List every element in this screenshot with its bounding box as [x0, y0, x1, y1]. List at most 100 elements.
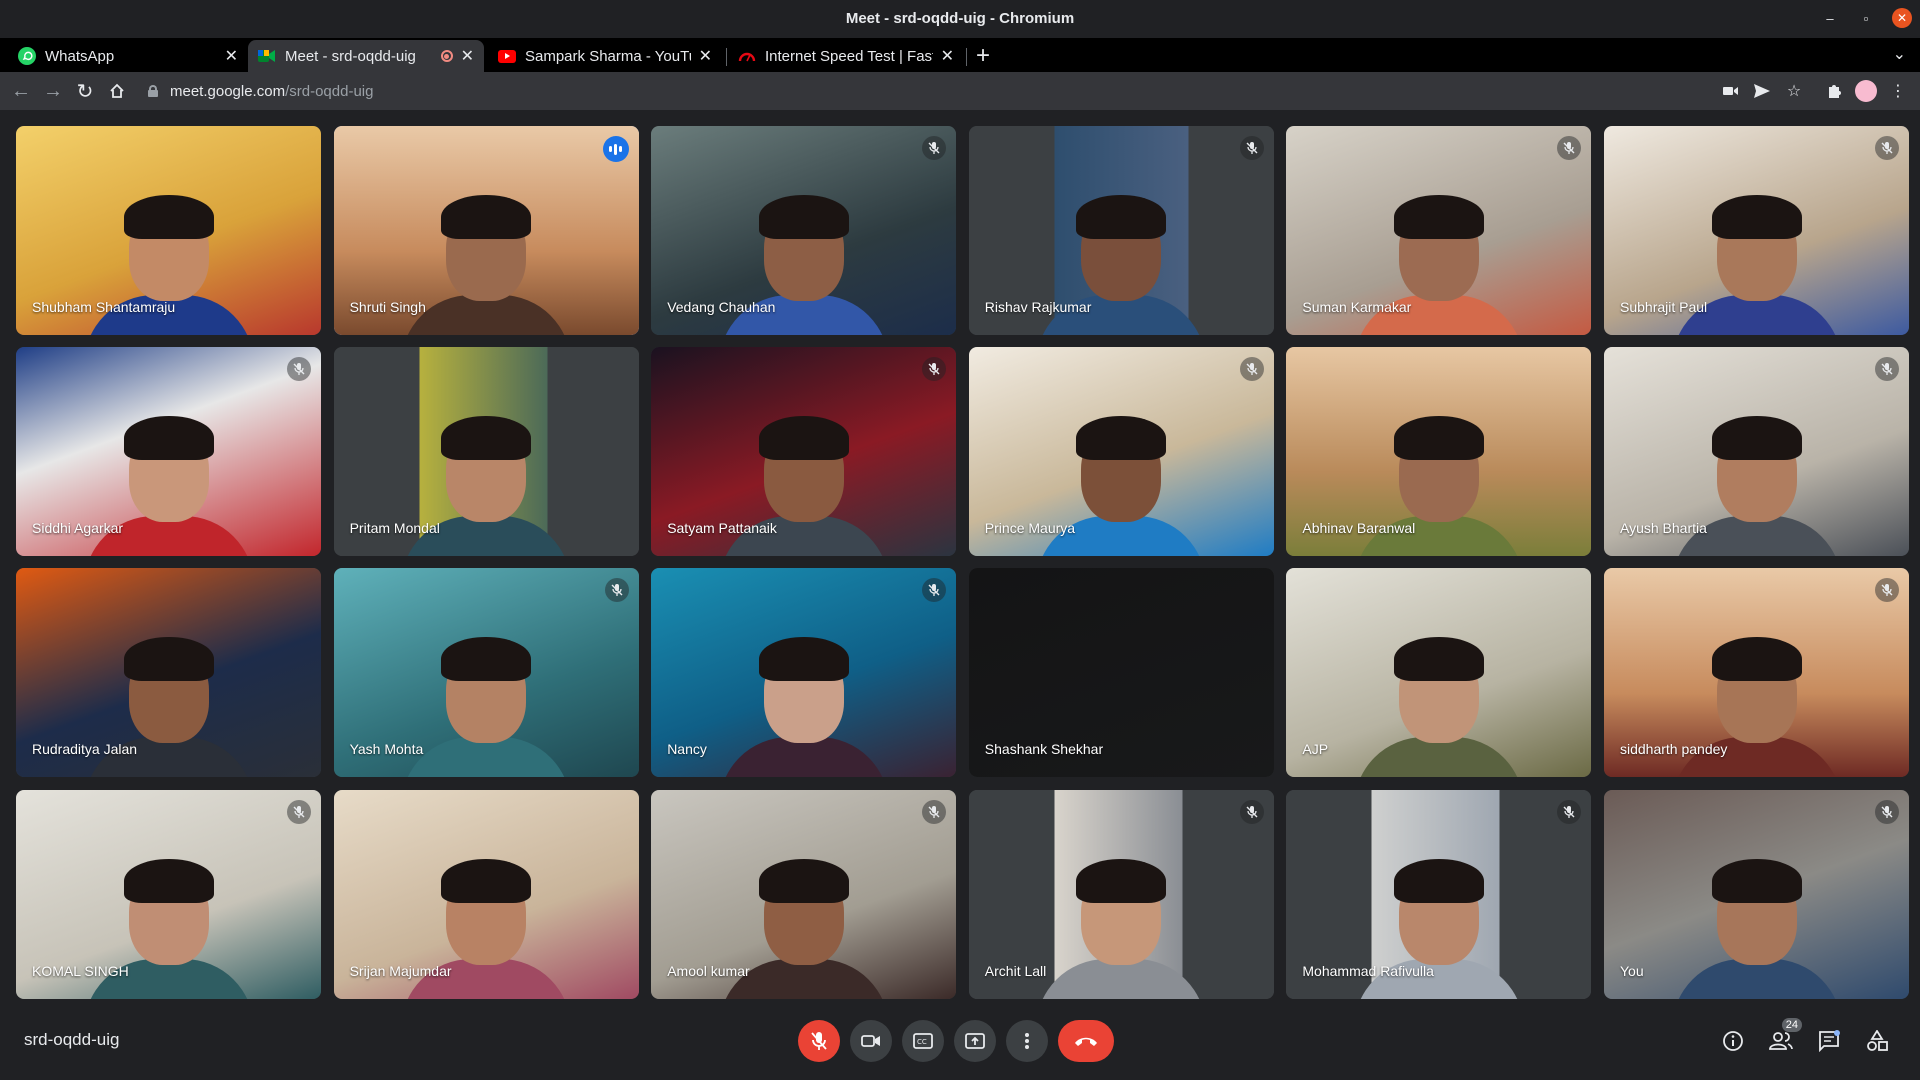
- bookmark-star-icon[interactable]: ☆: [1783, 80, 1805, 102]
- participant-name: Vedang Chauhan: [667, 299, 776, 315]
- camera-toggle-button[interactable]: [850, 1020, 892, 1062]
- tab-youtube[interactable]: Sampark Sharma - YouTube ✕: [488, 40, 722, 72]
- close-tab-icon[interactable]: ✕: [225, 46, 238, 66]
- participant-name: Shashank Shekhar: [984, 741, 1104, 758]
- window-titlebar: Meet - srd-oqdd-uig - Chromium – ▫ ✕: [0, 0, 1920, 38]
- mic-muted-icon: [1239, 136, 1264, 160]
- participant-video-silhouette: [401, 165, 572, 335]
- participant-tile[interactable]: Pritam Mondal: [333, 347, 639, 557]
- participant-name: Rudraditya Jalan: [32, 741, 138, 758]
- youtube-icon: [498, 49, 516, 63]
- participant-tile[interactable]: Subhrajit Paul: [1604, 126, 1909, 335]
- participant-tile[interactable]: Rishav Rajkumar: [968, 126, 1274, 335]
- participant-tile[interactable]: siddharth pandey: [1604, 568, 1909, 778]
- participant-tile[interactable]: Archit Lall: [968, 789, 1274, 999]
- present-screen-button[interactable]: [954, 1020, 996, 1062]
- meeting-details-button[interactable]: [1716, 1024, 1750, 1058]
- participant-tile[interactable]: Amool kumar: [651, 789, 957, 999]
- mic-muted-icon: [922, 136, 947, 160]
- participant-tile[interactable]: Prince Maurya: [968, 347, 1274, 557]
- browser-toolbar: ← → ↻ meet.google.com/srd-oqdd-uig ☆ ⋮: [0, 72, 1920, 110]
- participant-tile[interactable]: Siddhi Agarkar: [16, 347, 321, 557]
- chat-button[interactable]: [1812, 1024, 1846, 1058]
- url-path: /srd-oqdd-uig: [285, 82, 374, 100]
- more-options-button[interactable]: [1006, 1020, 1048, 1062]
- forward-icon[interactable]: →: [40, 78, 66, 104]
- send-icon[interactable]: [1751, 80, 1773, 102]
- tab-fast[interactable]: Internet Speed Test | Fast.com ✕: [728, 40, 964, 72]
- participant-name: You: [1620, 962, 1644, 979]
- mic-muted-icon: [1875, 136, 1899, 160]
- close-window-icon[interactable]: ✕: [1892, 8, 1912, 28]
- microphone-toggle-button[interactable]: [798, 1020, 840, 1062]
- info-icon: [1723, 1031, 1743, 1051]
- participant-tile[interactable]: Suman Karmakar: [1286, 126, 1592, 335]
- captions-button[interactable]: CC: [902, 1020, 944, 1062]
- participant-name: siddharth pandey: [1620, 741, 1728, 758]
- tab-separator: [966, 48, 967, 66]
- participant-tile[interactable]: AJP: [1286, 568, 1592, 778]
- back-icon[interactable]: ←: [8, 78, 34, 104]
- participant-video-silhouette: [1036, 829, 1207, 999]
- activities-button[interactable]: [1860, 1024, 1894, 1058]
- participant-video-silhouette: [718, 607, 889, 778]
- mic-muted-icon: [1557, 799, 1582, 824]
- home-icon[interactable]: [104, 78, 130, 104]
- address-bar[interactable]: meet.google.com/srd-oqdd-uig: [140, 76, 1690, 106]
- avatar-icon: [1855, 80, 1877, 102]
- participant-tile[interactable]: Mohammad Rafivulla: [1286, 789, 1592, 999]
- maximize-icon[interactable]: ▫: [1856, 8, 1876, 28]
- tab-whatsapp[interactable]: WhatsApp ✕: [8, 40, 248, 72]
- tab-meet[interactable]: Meet - srd-oqdd-uig ✕: [248, 40, 484, 72]
- reload-icon[interactable]: ↻: [72, 78, 98, 104]
- participant-tile[interactable]: Rudraditya Jalan: [16, 568, 321, 778]
- participant-tile[interactable]: Abhinav Baranwal: [1286, 347, 1592, 557]
- participant-tile[interactable]: Yash Mohta: [333, 568, 639, 778]
- lock-icon: [148, 85, 158, 97]
- close-tab-icon[interactable]: ✕: [461, 46, 474, 66]
- participant-video-silhouette: [1353, 607, 1524, 778]
- mic-muted-icon: [287, 357, 311, 382]
- participant-name: Srijan Majumdar: [349, 962, 452, 979]
- new-tab-icon[interactable]: +: [976, 42, 990, 70]
- leave-call-button[interactable]: [1058, 1020, 1114, 1062]
- recording-icon: [440, 50, 453, 62]
- participant-tile[interactable]: Shashank Shekhar: [968, 568, 1274, 778]
- participant-tile[interactable]: Satyam Pattanaik: [651, 347, 957, 557]
- mic-muted-icon: [1239, 799, 1264, 824]
- video-grid: Shubham Shantamraju Shruti Singh Vedang Ch…: [16, 126, 1909, 1000]
- closed-captions-icon: CC: [913, 1033, 933, 1049]
- participant-name: Siddhi Agarkar: [32, 520, 124, 537]
- participant-video-silhouette: [1671, 829, 1842, 999]
- chevron-down-icon[interactable]: ⌄: [1893, 44, 1906, 64]
- participant-tile[interactable]: Vedang Chauhan: [651, 126, 957, 335]
- participant-name: Suman Karmakar: [1302, 299, 1412, 315]
- close-tab-icon[interactable]: ✕: [941, 46, 954, 66]
- participant-name: Ayush Bhartia: [1620, 520, 1707, 537]
- profile-avatar[interactable]: [1855, 80, 1877, 102]
- window-title: Meet - srd-oqdd-uig - Chromium: [845, 10, 1075, 27]
- extensions-icon[interactable]: [1823, 80, 1845, 102]
- participant-tile[interactable]: Shubham Shantamraju: [16, 126, 321, 335]
- window-controls: – ▫ ✕: [1820, 8, 1912, 28]
- participant-name: Archit Lall: [984, 962, 1047, 979]
- close-tab-icon[interactable]: ✕: [699, 46, 712, 66]
- svg-text:CC: CC: [917, 1038, 927, 1046]
- participant-name: Shubham Shantamraju: [32, 299, 176, 315]
- participants-button[interactable]: 24: [1764, 1018, 1802, 1058]
- participant-name: Amool kumar: [667, 962, 750, 979]
- camera-in-use-icon[interactable]: [1720, 80, 1742, 102]
- menu-dots-icon[interactable]: ⋮: [1887, 80, 1909, 102]
- tab-label: Internet Speed Test | Fast.com: [765, 47, 933, 65]
- minimize-icon[interactable]: –: [1820, 8, 1840, 28]
- activities-shapes-icon: [1867, 1030, 1888, 1051]
- participant-tile[interactable]: Srijan Majumdar: [333, 789, 639, 999]
- hang-up-icon: [1075, 1037, 1097, 1046]
- participant-tile[interactable]: Shruti Singh: [333, 126, 639, 335]
- participant-tile[interactable]: You: [1604, 789, 1909, 999]
- participant-tile[interactable]: Ayush Bhartia: [1604, 347, 1909, 557]
- mic-muted-icon: [1239, 357, 1264, 382]
- more-vert-icon: [1025, 1033, 1029, 1049]
- participant-tile[interactable]: Nancy: [651, 568, 957, 778]
- participant-tile[interactable]: KOMAL SINGH: [16, 789, 321, 999]
